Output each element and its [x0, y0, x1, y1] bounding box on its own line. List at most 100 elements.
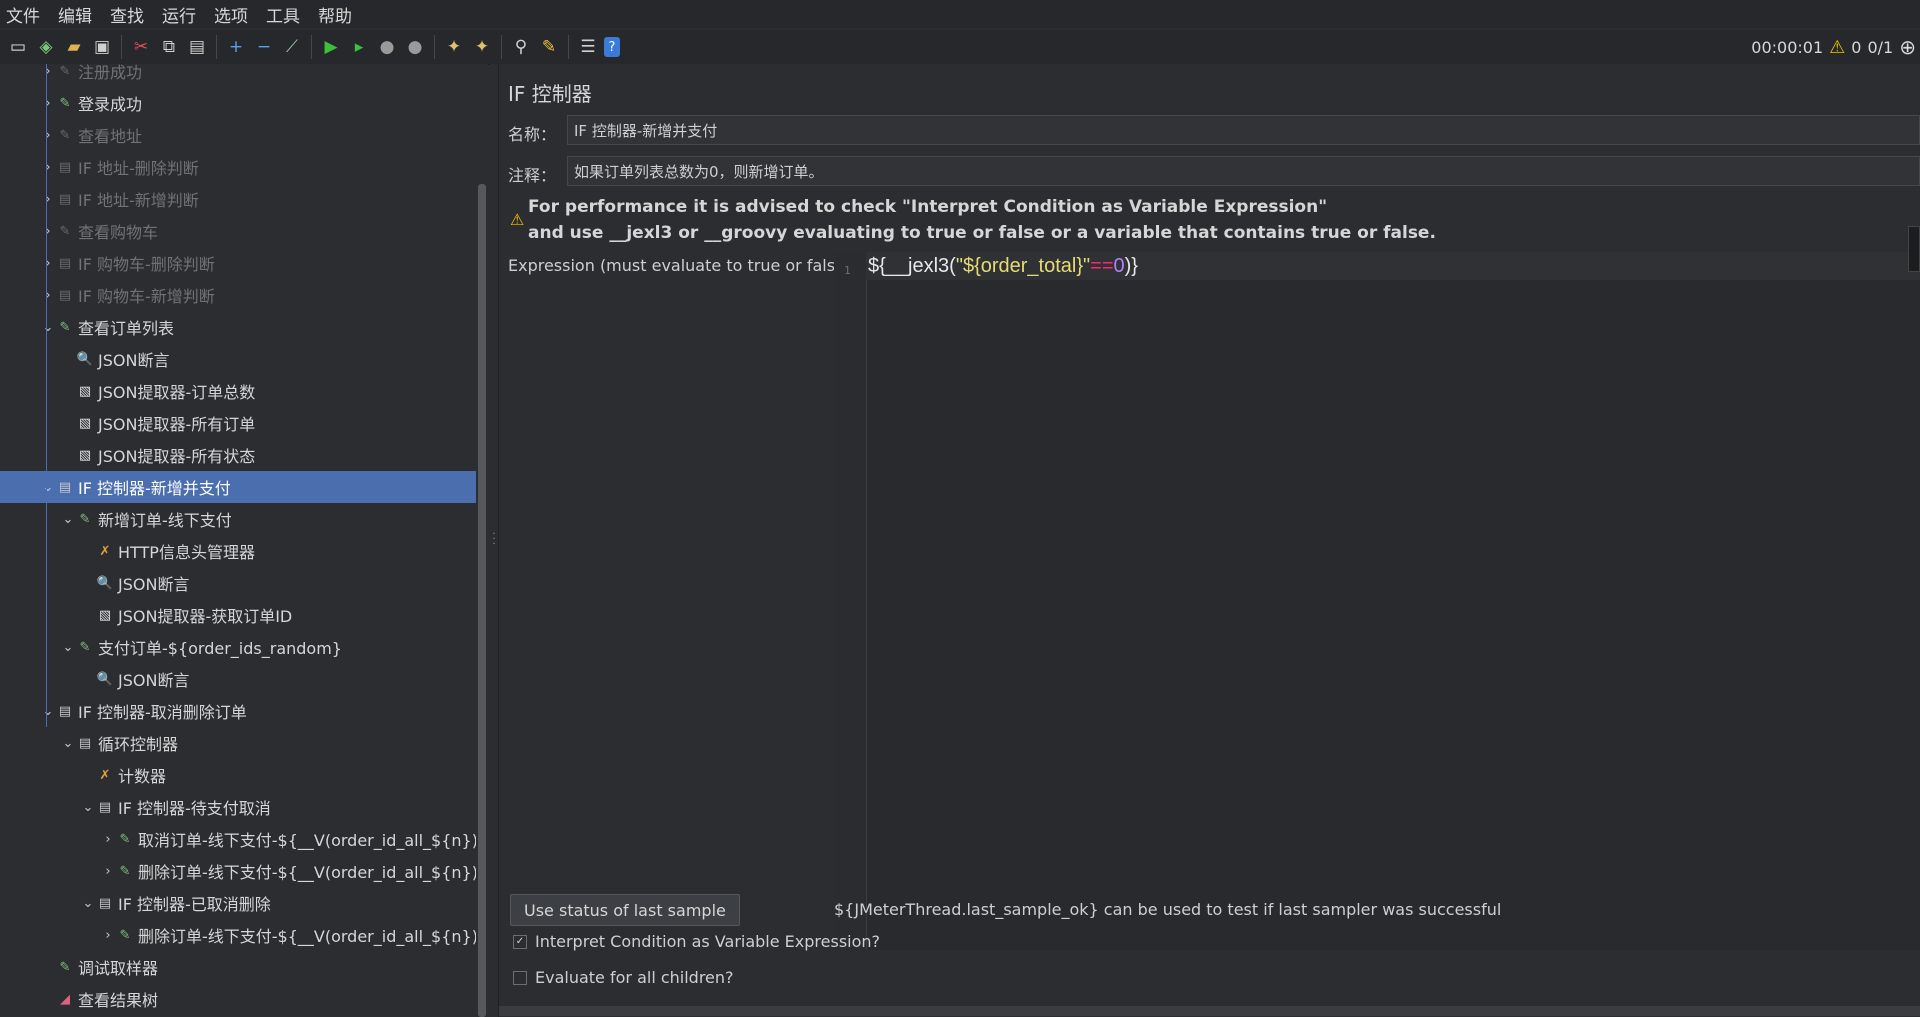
- tree-node[interactable]: ⌄ ✎ 支付订单-${order_ids_random}: [0, 631, 342, 663]
- interpret-condition-checkbox[interactable]: ✓: [513, 934, 527, 949]
- copy-icon[interactable]: ⧉: [157, 35, 181, 59]
- evaluate-all-children-checkbox[interactable]: [513, 970, 527, 985]
- expand-arrow-icon[interactable]: ›: [40, 64, 56, 79]
- start-icon[interactable]: ▶: [319, 35, 343, 59]
- tree-node[interactable]: › ▤ IF 地址-新增判断: [0, 183, 198, 215]
- tree-node[interactable]: ✗ 计数器: [0, 759, 166, 791]
- side-panel-handle[interactable]: [1908, 226, 1920, 272]
- warning-icon[interactable]: ⚠: [1829, 37, 1845, 58]
- clear-icon[interactable]: ✦: [442, 35, 466, 59]
- menu-run[interactable]: 运行: [156, 2, 202, 27]
- interpret-condition-option[interactable]: ✓ Interpret Condition as Variable Expres…: [513, 932, 880, 951]
- evaluate-all-children-option[interactable]: Evaluate for all children?: [513, 968, 734, 987]
- paste-icon[interactable]: ▤: [185, 35, 209, 59]
- tree-node[interactable]: › ✎ 取消订单-线下支付-${__V(order_id_all_${n})}: [0, 823, 476, 855]
- expand-arrow-icon[interactable]: ›: [40, 192, 56, 207]
- tree-node[interactable]: ⌄ ▤ IF 控制器-已取消删除: [0, 887, 271, 919]
- function-helper-icon[interactable]: ☰: [576, 35, 600, 59]
- tree-node[interactable]: 🔍 JSON断言: [0, 343, 170, 375]
- tree-node[interactable]: › ✎ 注册成功: [0, 64, 142, 87]
- expand-arrow-icon[interactable]: ›: [100, 864, 116, 879]
- use-status-button[interactable]: Use status of last sample: [510, 894, 740, 926]
- divider-grip-icon[interactable]: · · ·: [491, 530, 497, 550]
- code-string: "${order_total}": [955, 255, 1091, 277]
- code-close: )}: [1124, 255, 1138, 277]
- tree-node[interactable]: ⌄ ▤ IF 控制器-待支付取消: [0, 791, 271, 823]
- tree-node[interactable]: ⌄ ▤ IF 控制器-新增并支付: [0, 471, 476, 503]
- templates-icon[interactable]: ◈: [34, 35, 58, 59]
- cut-icon[interactable]: ✂: [129, 35, 153, 59]
- tree-node-label: 计数器: [118, 767, 167, 786]
- reset-search-icon[interactable]: ✎: [537, 35, 561, 59]
- expand-arrow-icon[interactable]: ›: [100, 832, 116, 847]
- collapse-arrow-icon[interactable]: ⌄: [60, 736, 76, 751]
- tree-node-label: JSON断言: [118, 671, 190, 690]
- open-icon[interactable]: ▰: [62, 35, 86, 59]
- stop-icon[interactable]: ●: [375, 35, 399, 59]
- expand-arrow-icon[interactable]: ›: [40, 128, 56, 143]
- tree-node[interactable]: ✗ HTTP信息头管理器: [0, 535, 255, 567]
- expand-arrow-icon[interactable]: ›: [40, 96, 56, 111]
- tree-node[interactable]: › ✎ 删除订单-线下支付-${__V(order_id_all_${n})}: [0, 855, 476, 887]
- menu-tools[interactable]: 工具: [260, 2, 306, 27]
- tree-node[interactable]: ⌄ ▤ 循环控制器: [0, 727, 178, 759]
- name-field[interactable]: IF 控制器-新增并支付: [567, 115, 1920, 145]
- tree-scrollbar-thumb[interactable]: [478, 184, 486, 1017]
- tree-node[interactable]: › ▤ IF 购物车-新增判断: [0, 279, 214, 311]
- tree-node[interactable]: ⌄ ▤ IF 控制器-取消删除订单: [0, 695, 247, 727]
- collapse-arrow-icon[interactable]: ⌄: [60, 640, 76, 655]
- expand-arrow-icon[interactable]: ›: [40, 224, 56, 239]
- expand-arrow-icon[interactable]: ›: [40, 288, 56, 303]
- toggle-icon[interactable]: ⟋: [280, 35, 304, 59]
- tree-node[interactable]: ▧ JSON提取器-所有状态: [0, 439, 255, 471]
- tree-node-label: JSON提取器-所有订单: [98, 415, 256, 434]
- tree-node[interactable]: 🔍 JSON断言: [0, 663, 190, 695]
- collapse-arrow-icon[interactable]: ⌄: [40, 480, 56, 495]
- tree-node[interactable]: › ✎ 登录成功: [0, 87, 142, 119]
- expand-icon[interactable]: +: [224, 35, 248, 59]
- collapse-arrow-icon[interactable]: ⌄: [40, 320, 56, 335]
- expand-arrow-icon[interactable]: ›: [40, 160, 56, 175]
- collapse-arrow-icon[interactable]: ⌄: [80, 800, 96, 815]
- panel-horizontal-scrollbar[interactable]: [499, 1006, 1920, 1016]
- help-icon[interactable]: ?: [604, 37, 620, 57]
- tree-node[interactable]: › ▤ IF 购物车-删除判断: [0, 247, 214, 279]
- tree-node[interactable]: › ✎ 查看购物车: [0, 215, 158, 247]
- tree-node[interactable]: ⌄ ✎ 新增订单-线下支付: [0, 503, 232, 535]
- save-icon[interactable]: ▣: [90, 35, 114, 59]
- menu-edit[interactable]: 编辑: [52, 2, 98, 27]
- tree-node[interactable]: 🔍 JSON断言: [0, 567, 190, 599]
- collapse-icon[interactable]: −: [252, 35, 276, 59]
- sampler-icon: ✎: [119, 927, 131, 943]
- tree-node[interactable]: ▧ JSON提取器-所有订单: [0, 407, 255, 439]
- new-icon[interactable]: ▭: [6, 35, 30, 59]
- controller-icon: ▤: [58, 159, 72, 175]
- expand-arrow-icon[interactable]: ›: [40, 256, 56, 271]
- collapse-arrow-icon[interactable]: ⌄: [80, 896, 96, 911]
- menu-options[interactable]: 选项: [208, 2, 254, 27]
- expression-editor[interactable]: 1 ${__jexl3("${order_total}"==0)}: [834, 252, 1920, 950]
- remote-start-icon[interactable]: ⊕: [1899, 35, 1916, 59]
- tree-node[interactable]: ⌄ ✎ 查看订单列表: [0, 311, 174, 343]
- tree-node[interactable]: ▧ JSON提取器-订单总数: [0, 375, 255, 407]
- tree-node[interactable]: › ✎ 查看地址: [0, 119, 142, 151]
- listener-icon: ◢: [60, 991, 70, 1007]
- expand-arrow-icon[interactable]: ›: [100, 928, 116, 943]
- menu-search[interactable]: 查找: [104, 2, 150, 27]
- expression-code[interactable]: ${__jexl3("${order_total}"==0)}: [868, 255, 1138, 278]
- menu-file[interactable]: 文件: [0, 2, 46, 27]
- collapse-arrow-icon[interactable]: ⌄: [40, 704, 56, 719]
- tree-node[interactable]: ◢ 查看结果树: [0, 983, 158, 1015]
- tree-node[interactable]: ✎ 调试取样器: [0, 951, 158, 983]
- tree-node[interactable]: › ▤ IF 地址-删除判断: [0, 151, 198, 183]
- tree-node[interactable]: ▧ JSON提取器-获取订单ID: [0, 599, 292, 631]
- comment-field[interactable]: 如果订单列表总数为0，则新增订单。: [567, 156, 1920, 186]
- tree-node[interactable]: › ✎ 删除订单-线下支付-${__V(order_id_all_${n})}: [0, 919, 476, 951]
- shutdown-icon[interactable]: ●: [403, 35, 427, 59]
- tree-node-label: HTTP信息头管理器: [118, 543, 255, 562]
- collapse-arrow-icon[interactable]: ⌄: [60, 512, 76, 527]
- start-no-pause-icon[interactable]: ▸: [347, 35, 371, 59]
- clear-all-icon[interactable]: ✦: [470, 35, 494, 59]
- menu-help[interactable]: 帮助: [312, 2, 358, 27]
- search-icon[interactable]: ⚲: [509, 35, 533, 59]
